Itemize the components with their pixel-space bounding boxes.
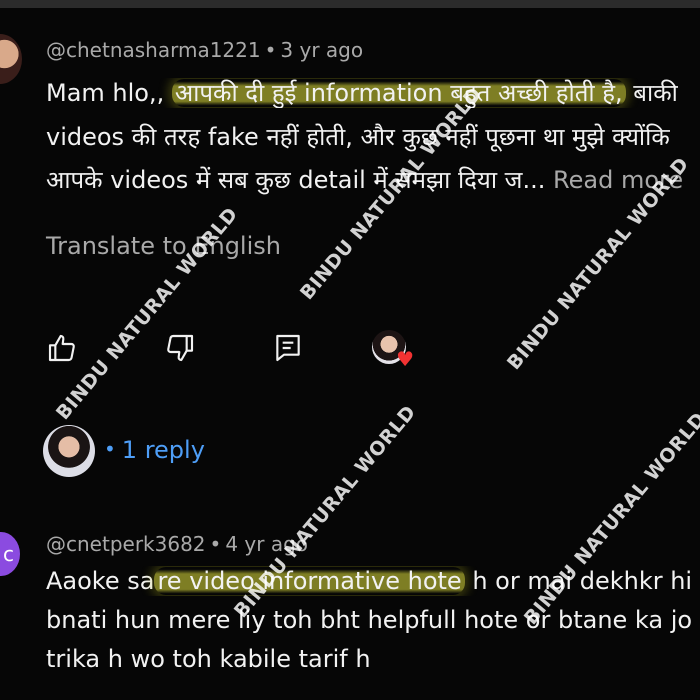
like-button[interactable] [44,330,80,366]
comment2-text-line-2: bnati hun mere liy toh bht helpfull hote… [46,606,693,634]
comment-handle-2[interactable]: @cnetperk3682 [46,532,206,556]
top-divider [0,0,700,8]
comment-text-line-1: Mam hlo,, आपकी दी हुई information बहुत अ… [46,79,678,107]
reply-author-avatar[interactable] [43,425,95,477]
view-replies-button[interactable]: • 1 reply [104,436,205,464]
heart-icon: ♥ [396,347,414,371]
comment-meta-2: @cnetperk3682 • 4 yr ago [46,532,309,556]
highlighted-text-2: re video informative hote [154,567,465,595]
creator-heart: ♥ [372,330,414,369]
thumbs-up-icon [48,334,75,362]
comment2-text-line-3: trika h wo toh kabile tarif h [46,645,371,673]
reply-count: 1 reply [121,436,205,464]
dislike-button[interactable] [162,330,198,366]
reply-icon [276,334,300,362]
comment-age: 3 yr ago [280,38,364,62]
comment-handle[interactable]: @chetnasharma1221 [46,38,261,62]
comment-meta: @chetnasharma1221 • 3 yr ago [46,38,364,62]
translate-link[interactable]: Translate to English [46,232,281,260]
commenter-avatar[interactable] [0,34,22,84]
comment-text-line-2: videos की तरह fake नहीं होती, और कुछ नही… [46,123,670,151]
comment2-text-line-1: Aaoke sa re video informative hote h or m… [46,567,693,595]
comment-text-line-3: आपके videos में सब कुछ detail में समझा द… [46,166,684,194]
commenter-avatar-2[interactable]: c [0,532,20,576]
thumbs-down-icon [167,334,194,362]
highlighted-text: आपकी दी हुई information बहुत अच्छी होती … [171,79,626,107]
reply-button[interactable] [270,330,306,366]
